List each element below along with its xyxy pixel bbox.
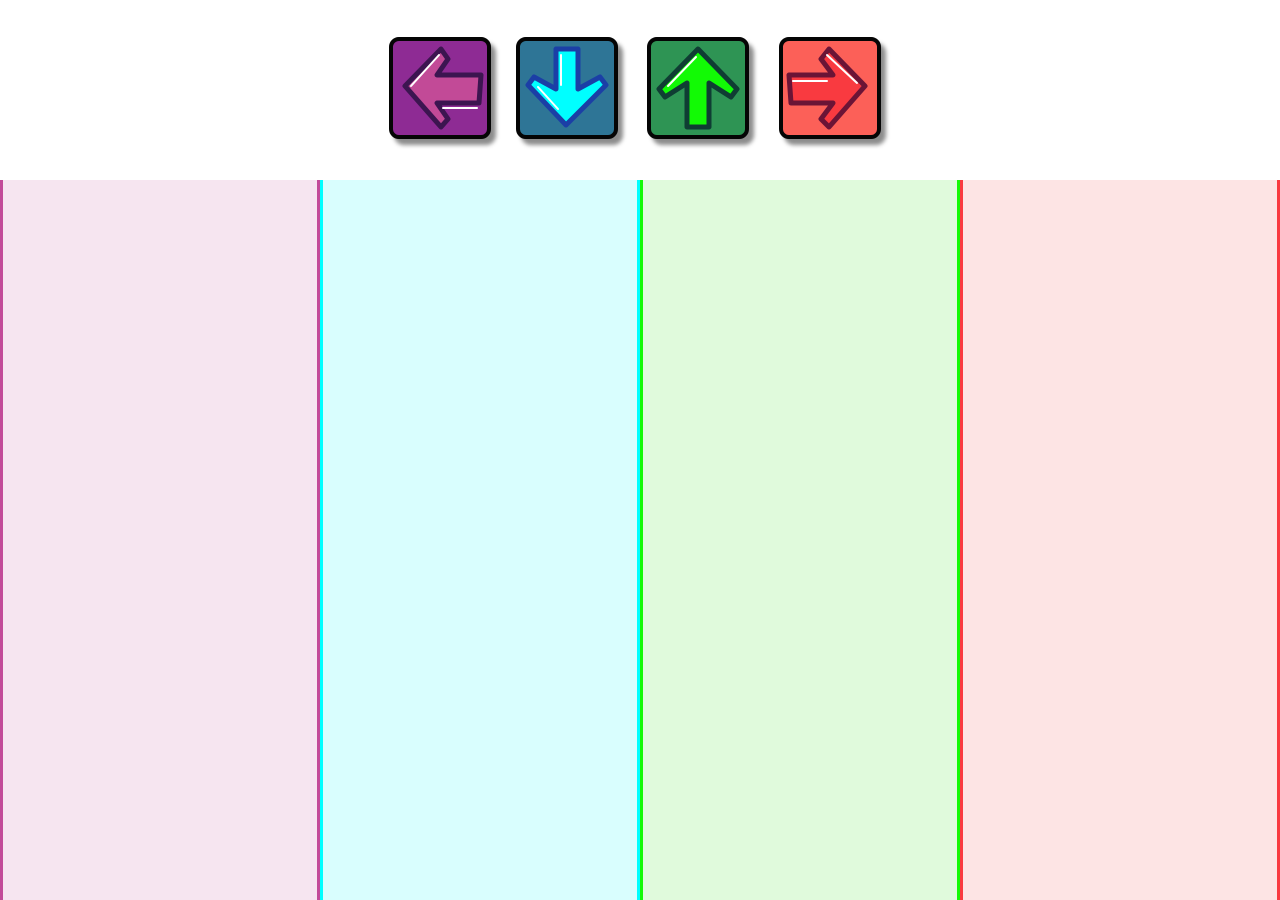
- up-arrow-icon: [656, 46, 740, 130]
- left-arrow-key[interactable]: [389, 37, 491, 139]
- note-lanes: [0, 180, 1280, 900]
- down-arrow-icon: [525, 46, 609, 128]
- lane-divider-3b: [960, 180, 963, 900]
- right-lane: [960, 180, 1280, 900]
- receptor-bar: [0, 0, 1280, 180]
- lane-divider-2b: [640, 180, 643, 900]
- left-lane: [0, 180, 320, 900]
- up-lane: [640, 180, 960, 900]
- down-arrow-key[interactable]: [516, 37, 618, 139]
- up-arrow-key[interactable]: [647, 37, 749, 139]
- lane-divider-1b: [320, 180, 323, 900]
- down-lane: [320, 180, 640, 900]
- right-arrow-icon: [786, 46, 868, 130]
- left-lane-edge: [0, 180, 3, 900]
- left-arrow-icon: [402, 46, 484, 130]
- right-arrow-key[interactable]: [779, 37, 881, 139]
